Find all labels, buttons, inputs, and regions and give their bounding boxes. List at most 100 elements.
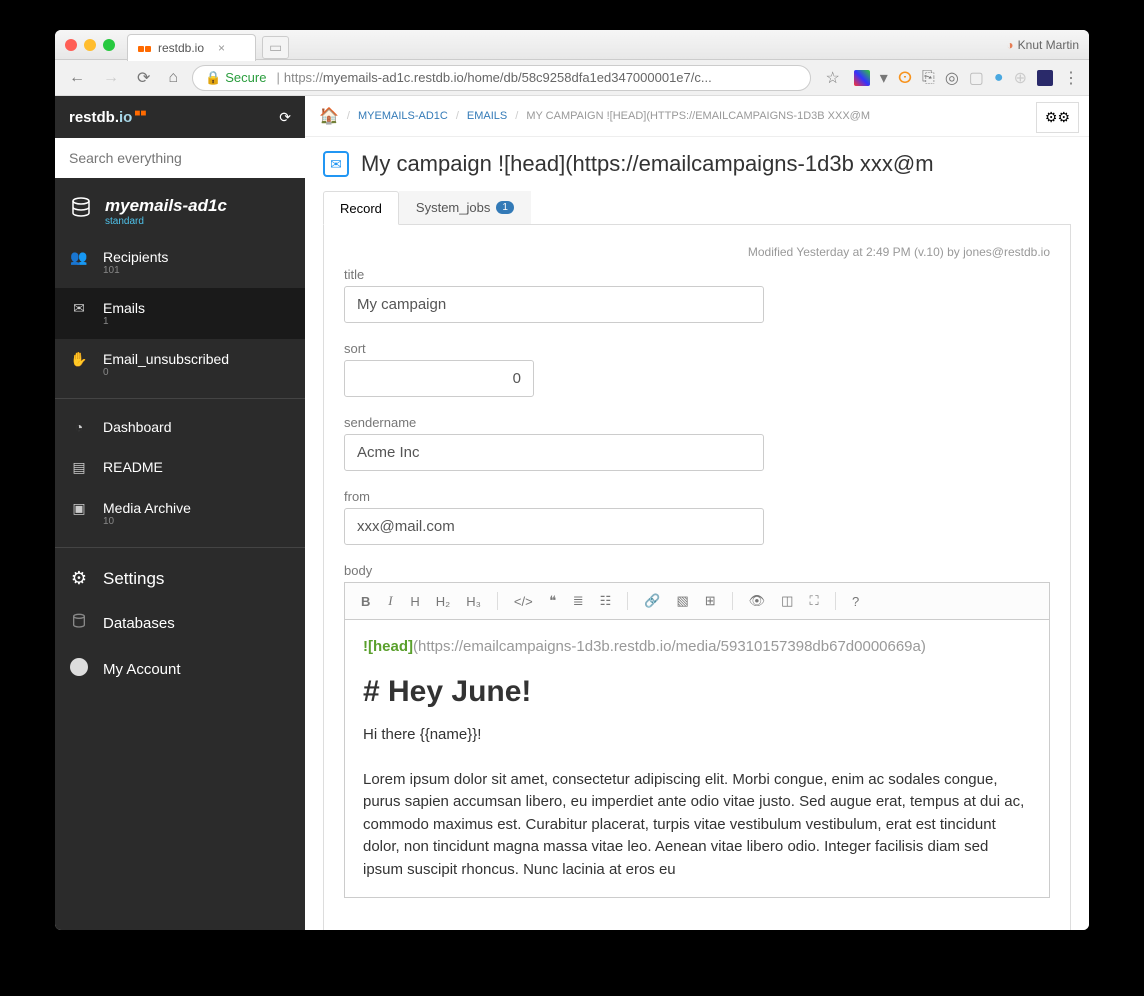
editor-content[interactable]: ![head](https://emailcampaigns-1d3b.rest…	[345, 620, 1049, 897]
tab-badge: 1	[496, 201, 514, 214]
profile-name: Knut Martin	[1018, 38, 1079, 52]
maximize-window-icon[interactable]	[103, 39, 115, 51]
sidebar-item-readme[interactable]: ▤ README	[55, 447, 305, 488]
sidebar: restdb.io■■ ⟳ myemails-ad1c standard 👥 R…	[55, 96, 305, 930]
db-tier: standard	[105, 216, 227, 227]
extension-icon[interactable]	[854, 70, 870, 86]
close-window-icon[interactable]	[65, 39, 77, 51]
home-button[interactable]: ⌂	[164, 67, 182, 89]
fullscreen-button[interactable]: ⛶	[803, 589, 824, 613]
sidebar-item-dashboard[interactable]: ◔ Dashboard	[55, 407, 305, 447]
sidebar-item-count: 10	[103, 516, 191, 527]
search-input[interactable]	[55, 138, 305, 178]
table-button[interactable]: ⊞	[699, 589, 722, 613]
sendername-input[interactable]	[344, 434, 764, 471]
h2-button[interactable]: H₂	[430, 590, 456, 613]
h1-button[interactable]: H	[404, 590, 425, 613]
sidebar-item-count: 0	[103, 367, 229, 378]
title-input[interactable]	[344, 286, 764, 323]
settings-button[interactable]: ⚙⚙	[1036, 102, 1079, 133]
tab-record[interactable]: Record	[323, 191, 399, 225]
ol-button[interactable]: ☷	[594, 589, 618, 613]
dashboard-icon: ◔	[69, 419, 89, 435]
extension-icon[interactable]: ▢	[969, 68, 984, 88]
image-icon: ▣	[69, 500, 89, 517]
refresh-icon[interactable]: ⟳	[279, 109, 291, 126]
link-button[interactable]: 🔗	[638, 589, 666, 613]
sort-input[interactable]	[344, 360, 534, 397]
back-button[interactable]: ←	[65, 67, 89, 89]
browser-window: restdb.io × ▭ ◑ Knut Martin ← → ⟳ ⌂ 🔒 Se…	[55, 30, 1089, 930]
file-icon: ▤	[69, 459, 89, 476]
h3-button[interactable]: H₃	[460, 590, 487, 613]
sidebar-item-label: Databases	[103, 615, 175, 632]
field-label-body: body	[344, 563, 1050, 578]
from-input[interactable]	[344, 508, 764, 545]
editor-body-text: Lorem ipsum dolor sit amet, consectetur …	[363, 769, 1031, 882]
tab-label: Record	[340, 201, 382, 216]
sidebar-item-label: Email_unsubscribed	[103, 351, 229, 367]
sidebar-item-account[interactable]: My Account	[55, 646, 305, 693]
url-scheme: https://	[284, 70, 323, 85]
breadcrumb-link[interactable]: EMAILS	[467, 110, 507, 122]
sidebar-item-emails[interactable]: ✉ Emails 1	[55, 288, 305, 339]
sidebar-item-media[interactable]: ▣ Media Archive 10	[55, 488, 305, 539]
image-button[interactable]: ▧	[670, 589, 694, 613]
sidebar-item-unsubscribed[interactable]: ✋ Email_unsubscribed 0	[55, 339, 305, 390]
tab-label: System_jobs	[416, 200, 490, 215]
extension-icon[interactable]	[1037, 70, 1053, 86]
logo[interactable]: restdb.io■■	[69, 108, 146, 126]
database-icon	[69, 613, 89, 634]
pocket-icon[interactable]: ▾	[880, 68, 888, 88]
address-bar[interactable]: 🔒 Secure | https://myemails-ad1c.restdb.…	[192, 65, 811, 91]
italic-button[interactable]: I	[380, 589, 400, 613]
new-tab-button[interactable]: ▭	[262, 36, 289, 59]
preview-button[interactable]: 👁	[743, 589, 772, 613]
close-tab-icon[interactable]: ×	[218, 41, 225, 55]
extension-icon[interactable]: ◎	[945, 68, 959, 88]
forward-button: →	[99, 67, 123, 89]
db-header[interactable]: myemails-ad1c standard	[55, 178, 305, 237]
menu-icon[interactable]: ⋮	[1063, 68, 1079, 88]
sidebar-item-databases[interactable]: Databases	[55, 601, 305, 646]
reload-button[interactable]: ⟳	[133, 66, 154, 90]
tab-title: restdb.io	[158, 41, 204, 55]
quote-button[interactable]: ❝	[543, 589, 563, 613]
rss-icon[interactable]: ⵙ	[898, 68, 912, 88]
gear-icon: ⚙	[69, 568, 89, 589]
editor-heading: # Hey June!	[363, 669, 1031, 714]
favicon	[138, 41, 152, 55]
markdown-image: ![head](https://emailcampaigns-1d3b.rest…	[363, 636, 1031, 659]
editor-greeting: Hi there {{name}}!	[363, 724, 1031, 747]
extension-icon[interactable]: ●	[994, 69, 1004, 87]
breadcrumb-link[interactable]: MYEMAILS-AD1C	[358, 110, 448, 122]
bold-button[interactable]: B	[355, 590, 376, 613]
minimize-window-icon[interactable]	[84, 39, 96, 51]
extension-icon[interactable]: ⊕	[1014, 68, 1027, 88]
sidebar-item-label: Media Archive	[103, 500, 191, 516]
browser-tab[interactable]: restdb.io ×	[127, 34, 256, 61]
body-editor: B I H H₂ H₃ </> ❝ ≣ ☷ 🔗 ▧	[344, 582, 1050, 898]
field-label-title: title	[344, 267, 1050, 282]
home-icon[interactable]: 🏠	[319, 106, 339, 126]
browser-tabs: restdb.io × ▭	[127, 31, 289, 58]
cast-icon[interactable]: ⎘	[922, 69, 935, 87]
sidebar-item-label: My Account	[103, 661, 181, 678]
sidebar-item-recipients[interactable]: 👥 Recipients 101	[55, 237, 305, 288]
code-button[interactable]: </>	[508, 590, 539, 613]
breadcrumb: 🏠 / MYEMAILS-AD1C / EMAILS / MY CAMPAIGN…	[305, 96, 1089, 137]
sidebar-item-settings[interactable]: ⚙ Settings	[55, 556, 305, 601]
database-icon	[69, 196, 93, 226]
bookmark-star-icon[interactable]: ☆	[821, 66, 843, 90]
tab-system-jobs[interactable]: System_jobs 1	[399, 191, 531, 224]
ul-button[interactable]: ≣	[567, 589, 590, 613]
search-wrap	[55, 138, 305, 178]
sidebar-item-label: Dashboard	[103, 419, 172, 435]
help-button[interactable]: ?	[846, 590, 866, 613]
browser-profile[interactable]: ◑ Knut Martin	[1006, 38, 1079, 52]
sidebar-item-count: 1	[103, 316, 145, 327]
split-button[interactable]: ◫	[775, 589, 799, 613]
sidebar-item-label: Settings	[103, 569, 164, 589]
traffic-lights	[65, 39, 115, 51]
secure-badge: Secure	[225, 70, 266, 85]
